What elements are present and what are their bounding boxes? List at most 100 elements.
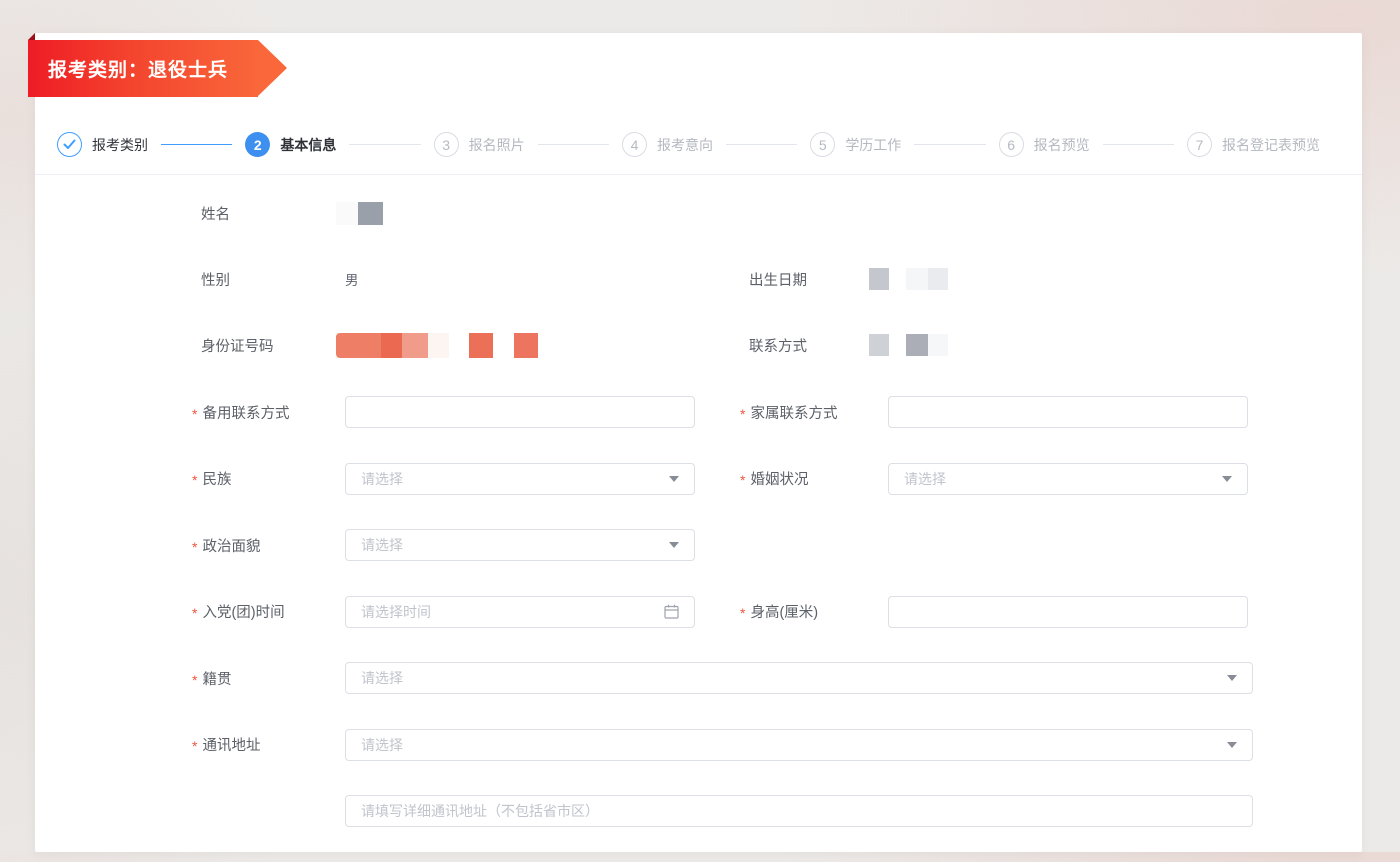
mailing-address-detail-input[interactable] xyxy=(345,795,1253,827)
step-label: 报名照片 xyxy=(468,136,525,153)
mailing-address-select[interactable]: 请选择 xyxy=(345,728,1253,761)
redaction-block xyxy=(336,332,381,358)
ethnicity-select[interactable]: 请选择 xyxy=(345,462,695,495)
step-label: 学历工作 xyxy=(845,136,902,153)
redaction-block xyxy=(514,332,538,358)
party-join-time-picker[interactable]: 请选择时间 xyxy=(345,595,695,628)
required-marker: * xyxy=(192,405,198,422)
family-contact-input[interactable] xyxy=(888,396,1248,428)
redaction-block xyxy=(428,332,449,358)
party-join-time-label: * 入党(团)时间 xyxy=(192,605,285,621)
category-ribbon-label: 报考类别：退役士兵 xyxy=(48,60,229,81)
step-7-registration-form-preview[interactable]: 7 报名登记表预览 xyxy=(1186,132,1320,157)
step-label: 报考类别 xyxy=(92,136,148,153)
select-placeholder: 请选择 xyxy=(361,470,403,487)
select-placeholder: 请选择 xyxy=(361,670,403,686)
step-connector xyxy=(1102,144,1174,145)
redaction-gap xyxy=(889,334,906,356)
step-number: 2 xyxy=(245,132,271,157)
field-birth-date: 出生日期 xyxy=(740,264,948,294)
field-backup-contact: * 备用联系方式 xyxy=(192,396,695,428)
step-4-application-intent[interactable]: 4 报考意向 xyxy=(621,132,713,157)
political-status-label: * 政治面貌 xyxy=(192,538,261,555)
redaction-block xyxy=(928,268,948,290)
required-marker: * xyxy=(740,605,746,621)
field-family-contact: * 家属联系方式 xyxy=(740,396,1248,428)
gender-value: 男 xyxy=(345,273,359,288)
step-number: 6 xyxy=(998,132,1024,157)
redaction-block xyxy=(381,332,402,358)
step-number: 5 xyxy=(810,132,836,157)
height-input[interactable] xyxy=(888,595,1248,628)
redaction-block xyxy=(469,332,493,358)
backup-contact-input[interactable] xyxy=(345,396,695,428)
required-marker: * xyxy=(192,472,198,488)
chevron-down-icon xyxy=(669,542,679,548)
redaction-gap xyxy=(889,268,906,290)
calendar-icon xyxy=(664,604,679,619)
step-label: 报考意向 xyxy=(656,136,713,153)
select-placeholder: 请选择 xyxy=(361,736,403,753)
redaction-block xyxy=(928,334,948,356)
redaction-block xyxy=(869,334,889,356)
redaction-block xyxy=(906,334,928,356)
step-connector xyxy=(161,144,233,145)
field-gender: 性别 男 xyxy=(192,264,695,294)
family-contact-label: * 家属联系方式 xyxy=(740,405,838,422)
field-mailing-address-detail xyxy=(192,795,1362,827)
field-contact: 联系方式 xyxy=(740,330,948,360)
step-number: 7 xyxy=(1186,132,1212,157)
field-political-status: * 政治面貌 请选择 xyxy=(192,529,695,561)
id-number-redacted-value xyxy=(336,330,538,360)
step-5-education-work[interactable]: 5 学历工作 xyxy=(810,132,901,157)
birth-date-redacted-value xyxy=(869,264,948,294)
category-ribbon: 报考类别：退役士兵 xyxy=(28,33,287,97)
step-connector xyxy=(725,144,798,145)
ribbon-fold xyxy=(28,33,35,40)
required-marker: * xyxy=(192,738,198,754)
field-mailing-address: * 通讯地址 请选择 xyxy=(192,728,1362,761)
chevron-down-icon xyxy=(1227,675,1237,681)
height-label: * 身高(厘米) xyxy=(740,605,819,621)
redaction-gap xyxy=(449,333,469,358)
political-status-select[interactable]: 请选择 xyxy=(345,529,695,561)
stepper: 报考类别 2 基本信息 3 报名照片 4 报考意向 5 学历工作 6 报名预览 xyxy=(35,115,1362,175)
chevron-down-icon xyxy=(1227,741,1237,748)
step-label: 报名预览 xyxy=(1033,136,1090,153)
field-ethnicity: * 民族 请选择 xyxy=(192,462,695,495)
step-label: 基本信息 xyxy=(280,136,337,153)
step-number: 3 xyxy=(433,132,459,157)
birth-date-label: 出生日期 xyxy=(749,272,807,289)
step-2-basic-info[interactable]: 2 基本信息 xyxy=(245,132,336,157)
step-3-photo[interactable]: 3 报名照片 xyxy=(433,132,525,157)
required-marker: * xyxy=(192,538,198,555)
step-1-application-category[interactable]: 报考类别 xyxy=(57,132,148,157)
field-marital-status: * 婚姻状况 请选择 xyxy=(740,462,1248,495)
marital-status-label: * 婚姻状况 xyxy=(740,472,809,488)
contact-label: 联系方式 xyxy=(749,338,807,355)
select-placeholder: 请选择 xyxy=(904,470,946,487)
backup-contact-label: * 备用联系方式 xyxy=(192,405,290,422)
redaction-block xyxy=(402,332,428,358)
basic-info-form: 姓名 性别 男 出生日期 身份证号码 联系方式 * 备用联系方式 * 家属联系方… xyxy=(35,175,1362,862)
step-connector xyxy=(914,144,986,145)
field-height: * 身高(厘米) xyxy=(740,595,1248,628)
ribbon-arrow xyxy=(258,40,287,96)
name-label: 姓名 xyxy=(201,206,230,223)
marital-status-select[interactable]: 请选择 xyxy=(888,462,1248,495)
id-number-label: 身份证号码 xyxy=(201,338,274,355)
field-native-place: * 籍贯 请选择 xyxy=(192,662,1362,694)
gender-label: 性别 xyxy=(201,272,230,289)
redaction-block xyxy=(336,201,358,225)
redaction-block xyxy=(869,268,889,290)
native-place-select[interactable]: 请选择 xyxy=(345,662,1253,694)
registration-card: 报考类别：退役士兵 报考类别 2 基本信息 3 报名照片 4 报考意向 5 学历… xyxy=(28,33,1362,852)
datepicker-placeholder: 请选择时间 xyxy=(361,603,431,620)
step-6-registration-preview[interactable]: 6 报名预览 xyxy=(998,132,1090,157)
required-marker: * xyxy=(740,472,746,488)
field-party-join-time: * 入党(团)时间 请选择时间 xyxy=(192,595,695,628)
check-icon xyxy=(57,132,82,157)
contact-redacted-value xyxy=(869,330,948,360)
step-connector xyxy=(537,144,609,145)
field-name: 姓名 xyxy=(192,198,695,228)
